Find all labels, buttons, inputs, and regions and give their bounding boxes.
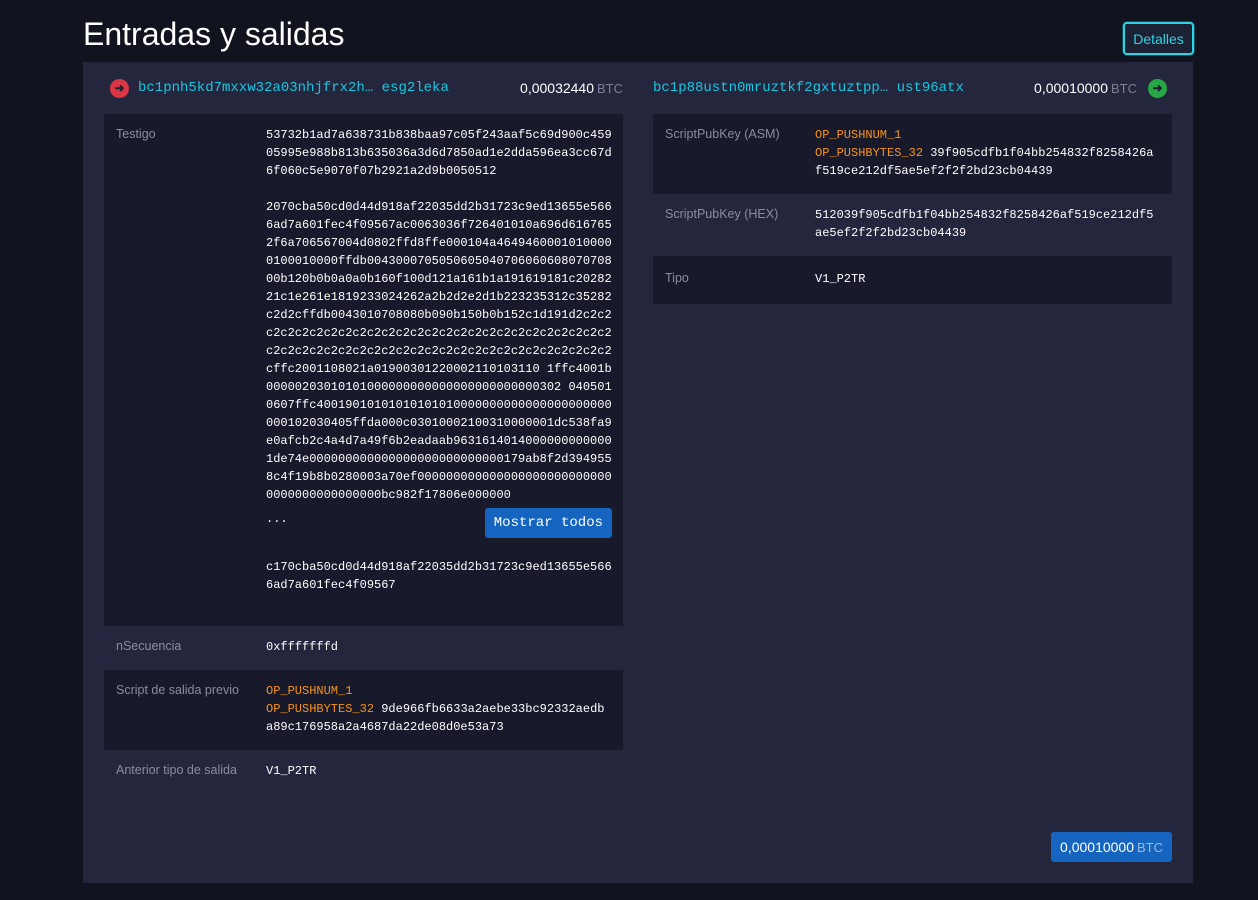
scriptpubkey-asm-value: OP_PUSHNUM_1 OP_PUSHBYTES_32 39f905cdfb1… [815, 126, 1160, 180]
witness-ellipsis: ... [266, 512, 288, 526]
details-button[interactable]: Detalles [1123, 22, 1194, 55]
output-arrow-icon[interactable]: ➜ [1148, 78, 1167, 98]
prevout-script-value: OP_PUSHNUM_1 OP_PUSHBYTES_32 9de966fb663… [266, 682, 611, 736]
output-type-row: Tipo V1_P2TR [653, 256, 1172, 304]
prevout-script-label: Script de salida previo [116, 683, 239, 697]
io-panel: ➜ bc1pnh5kd7mxxw32a03nhjfrx2h… esg2leka … [83, 62, 1193, 883]
witness-item: 53732b1ad7a638731b838baa97c05f243aaf5c69… [266, 128, 612, 178]
output-column: bc1p88ustn0mruztkf2gxtuztpp… ust96atx 0,… [653, 62, 1172, 304]
output-type-label: Tipo [665, 271, 689, 285]
scriptpubkey-asm-label: ScriptPubKey (ASM) [665, 127, 780, 141]
prevout-type-row: Anterior tipo de salida V1_P2TR [104, 750, 623, 794]
sequence-label: nSecuencia [116, 639, 182, 653]
scriptpubkey-hex-value: 512039f905cdfb1f04bb254832f8258426af519c… [815, 208, 1154, 240]
opcode: OP_PUSHBYTES_32 [815, 146, 924, 160]
witness-item: c170cba50cd0d44d918af22035dd2b31723c9ed1… [266, 560, 612, 592]
opcode: OP_PUSHNUM_1 [266, 684, 353, 698]
witness-item: 2070cba50cd0d44d918af22035dd2b31723c9ed1… [266, 200, 612, 502]
witness-values: 53732b1ad7a638731b838baa97c05f243aaf5c69… [266, 126, 612, 612]
opcode: OP_PUSHNUM_1 [815, 128, 902, 142]
input-amount: 0,00032440 BTC [520, 80, 623, 96]
total-amount-value: 0,00010000 [1060, 839, 1134, 855]
prevout-script-row: Script de salida previo OP_PUSHNUM_1 OP_… [104, 670, 623, 750]
scriptpubkey-hex-row: ScriptPubKey (HEX) 512039f905cdfb1f04bb2… [653, 194, 1172, 256]
page-title: Entradas y salidas [83, 16, 345, 52]
input-header: ➜ bc1pnh5kd7mxxw32a03nhjfrx2h… esg2leka … [104, 62, 623, 114]
output-header: bc1p88ustn0mruztkf2gxtuztpp… ust96atx 0,… [653, 62, 1172, 114]
output-address-link[interactable]: bc1p88ustn0mruztkf2gxtuztpp… ust96atx [653, 80, 964, 96]
opcode: OP_PUSHBYTES_32 [266, 702, 375, 716]
prevout-type-value: V1_P2TR [266, 764, 317, 778]
input-amount-value: 0,00032440 [520, 80, 594, 96]
input-amount-unit: BTC [597, 81, 623, 96]
show-all-button[interactable]: Mostrar todos [484, 508, 612, 538]
input-address-link[interactable]: bc1pnh5kd7mxxw32a03nhjfrx2h… esg2leka [138, 80, 449, 96]
output-amount: 0,00010000 BTC [1034, 80, 1137, 96]
input-column: ➜ bc1pnh5kd7mxxw32a03nhjfrx2h… esg2leka … [104, 62, 623, 794]
sequence-row: nSecuencia 0xfffffffd [104, 626, 623, 670]
witness-row: Testigo 53732b1ad7a638731b838baa97c05f24… [104, 114, 623, 626]
sequence-value: 0xfffffffd [266, 640, 339, 654]
total-amount-unit: BTC [1137, 840, 1163, 855]
output-amount-unit: BTC [1111, 81, 1137, 96]
output-type-value: V1_P2TR [815, 272, 866, 286]
scriptpubkey-hex-label: ScriptPubKey (HEX) [665, 207, 779, 221]
prevout-type-label: Anterior tipo de salida [116, 763, 237, 777]
scriptpubkey-asm-row: ScriptPubKey (ASM) OP_PUSHNUM_1 OP_PUSHB… [653, 114, 1172, 194]
total-amount-badge: 0,00010000 BTC [1051, 832, 1172, 862]
witness-truncation: ... Mostrar todos [266, 508, 612, 538]
output-amount-value: 0,00010000 [1034, 80, 1108, 96]
witness-label: Testigo [116, 127, 156, 141]
input-arrow-icon[interactable]: ➜ [110, 78, 129, 98]
